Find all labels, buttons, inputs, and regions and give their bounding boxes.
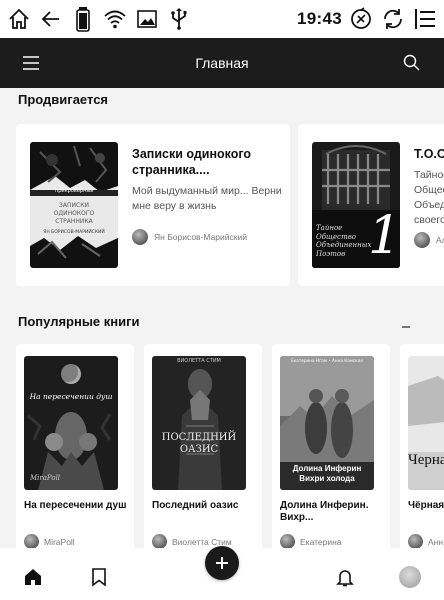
book-cover[interactable]: Черна	[408, 356, 444, 490]
book-cover[interactable]: На пересечении душ MiraPoll	[24, 356, 118, 490]
bookmark-icon[interactable]	[88, 566, 110, 588]
book-description: Тайное Общество Объединенных своего, сти…	[414, 169, 444, 232]
popular-book-card[interactable]: Екатерина Нгам • Анна Камская Долина Инф…	[272, 344, 390, 548]
book-description: Мой выдуманный мир... Верни мне веру в ж…	[132, 185, 282, 212]
bell-icon[interactable]	[334, 566, 356, 588]
section-title-promoted: Продвигается	[18, 92, 109, 107]
book-author[interactable]: MiraPoll	[24, 534, 75, 548]
list-menu-icon[interactable]	[412, 6, 438, 32]
cover-title: Тайное Общество Объединенных Поэтов	[316, 224, 372, 258]
add-icon[interactable]	[205, 546, 239, 580]
book-author[interactable]: Ян Борисов-Марийский	[132, 229, 247, 245]
author-avatar	[414, 232, 430, 248]
search-icon[interactable]	[402, 53, 422, 73]
bottom-navigation	[0, 546, 444, 600]
cover-author: Екатерина Нгам • Анна Камская	[291, 358, 363, 363]
cover-title: На пересечении душ	[29, 392, 113, 401]
scroll-indicator	[402, 326, 410, 328]
book-title[interactable]: Чёрная	[408, 500, 444, 512]
author-avatar	[24, 534, 39, 548]
book-author[interactable]: Ал	[414, 232, 444, 248]
cover-title: ПОСЛЕДНИЙ ОАЗИС	[161, 432, 237, 455]
book-title[interactable]: Долина Инферин. Вихр...	[280, 500, 384, 524]
cover-author: MiraPoll	[30, 474, 61, 482]
auto-rotate-icon[interactable]	[348, 6, 374, 32]
book-cover[interactable]: Екатерина Нгам • Анна Камская Долина Инф…	[280, 356, 374, 490]
device-status-bar: 19:43	[0, 0, 444, 38]
book-cover[interactable]: Тайное Общество Объединенных Поэтов 1	[312, 142, 400, 268]
popular-book-card[interactable]: Черна Чёрная Анн	[400, 344, 444, 548]
cover-title: Записки одинокого странника	[53, 202, 95, 225]
cover-author: Ян Борисов-Марийский	[43, 230, 105, 235]
cover-title: Долина Инферин Вихри холода	[292, 464, 362, 483]
cover-title: Черна	[408, 452, 444, 468]
author-avatar	[132, 229, 148, 245]
author-avatar	[408, 534, 423, 548]
cover-number: 1	[368, 206, 400, 266]
author-avatar	[280, 534, 295, 548]
book-cover[interactable]: ВИОЛЕТТА СТИМ ПОСЛЕДНИЙ ОАЗИС	[152, 356, 246, 490]
book-author[interactable]: Екатерина	[280, 534, 342, 548]
author-name: Виолетта Стим	[172, 536, 232, 547]
refresh-icon[interactable]	[380, 6, 406, 32]
author-name: MiraPoll	[44, 536, 75, 547]
book-title[interactable]: Т.О.О.П.	[414, 146, 444, 162]
main-content: Продвигается Прикроверный Записки одинок…	[0, 88, 444, 548]
book-author[interactable]: Анн	[408, 534, 443, 548]
author-name: Ал	[436, 235, 444, 245]
page-title: Главная	[195, 55, 249, 71]
section-title-popular: Популярные книги	[18, 314, 140, 329]
image-icon	[134, 6, 160, 32]
home-outline-icon[interactable]	[6, 6, 32, 32]
cover-author: ВИОЛЕТТА СТИМ	[177, 358, 221, 364]
author-name: Анн	[428, 536, 444, 547]
battery-icon	[70, 6, 96, 32]
usb-icon	[166, 6, 192, 32]
hamburger-menu-icon[interactable]	[22, 54, 42, 72]
book-cover[interactable]: Прикроверный Записки одинокого странника…	[30, 142, 118, 268]
author-name: Ян Борисов-Марийский	[154, 232, 247, 242]
popular-book-card[interactable]: ВИОЛЕТТА СТИМ ПОСЛЕДНИЙ ОАЗИС Последний …	[144, 344, 262, 548]
author-avatar	[152, 534, 167, 548]
clock: 19:43	[297, 9, 342, 28]
author-name: Екатерина	[300, 536, 342, 547]
app-header: Главная	[0, 38, 444, 88]
popular-book-card[interactable]: На пересечении душ MiraPoll На пересечен…	[16, 344, 134, 548]
home-icon[interactable]	[22, 566, 44, 588]
book-title[interactable]: Записки одинокого странника....	[132, 146, 282, 178]
wifi-icon	[102, 6, 128, 32]
profile-avatar[interactable]	[399, 566, 421, 588]
promoted-book-card[interactable]: Тайное Общество Объединенных Поэтов 1 Т.…	[298, 124, 444, 286]
book-title[interactable]: На пересечении душ	[24, 500, 128, 512]
book-title[interactable]: Последний оазис	[152, 500, 256, 512]
promoted-book-card[interactable]: Прикроверный Записки одинокого странника…	[16, 124, 290, 286]
cover-series: Прикроверный	[54, 188, 94, 194]
back-arrow-icon[interactable]	[38, 6, 64, 32]
